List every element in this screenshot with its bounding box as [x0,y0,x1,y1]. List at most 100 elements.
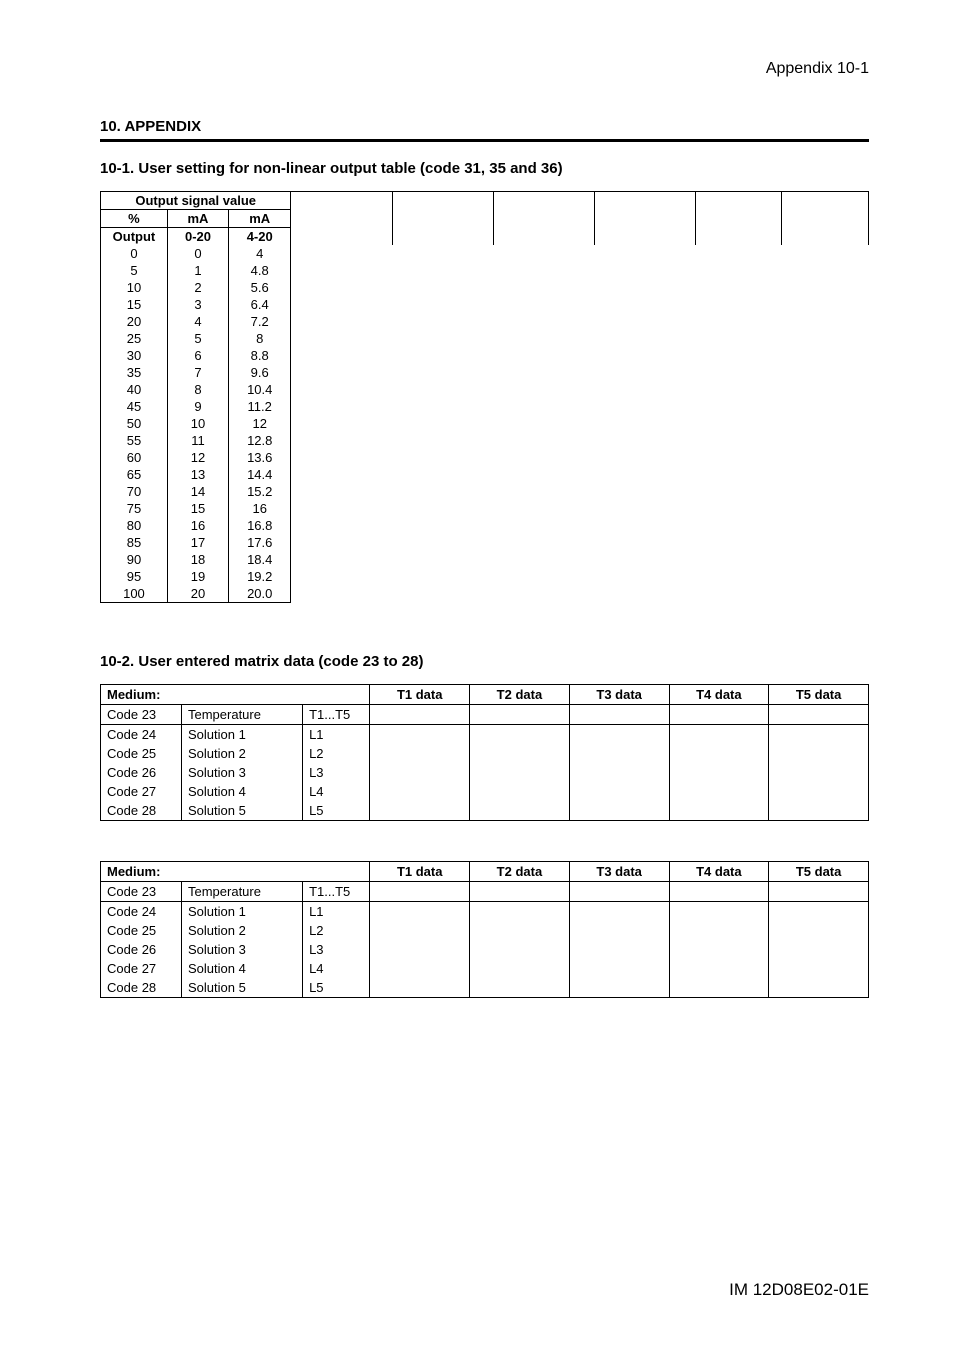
ma020-cell: 18 [167,551,228,568]
pct-cell: 20 [101,313,168,330]
data-cell [669,940,769,959]
code-cell: Code 28 [101,978,182,998]
ma420-cell: 20.0 [229,585,291,603]
t5-header: T5 data [769,685,869,705]
data-cell [470,902,570,922]
l-cell: T1...T5 [303,705,370,725]
ma020-cell: 19 [167,568,228,585]
ma420-cell: 7.2 [229,313,291,330]
pct-cell: 80 [101,517,168,534]
rule [100,139,869,142]
subsection-1-title: 10-1. User setting for non-linear output… [100,160,869,177]
code-cell: Code 24 [101,902,182,922]
data-cell [569,882,669,902]
data-cell [569,959,669,978]
data-cell [370,705,470,725]
data-cell [470,782,570,801]
data-cell [669,902,769,922]
footer-doc-id: IM 12D08E02-01E [729,1280,869,1300]
data-cell [370,902,470,922]
subsection-2-title: 10-2. User entered matrix data (code 23 … [100,653,869,670]
data-cell [669,959,769,978]
col-020: 0-20 [167,228,228,246]
pct-cell: 60 [101,449,168,466]
section-title: 10. APPENDIX [100,118,869,135]
pct-cell: 40 [101,381,168,398]
output-signal-table: Output signal value % mA mA Output 0-20 … [100,191,869,603]
code-cell: Code 26 [101,763,182,782]
data-cell [470,705,570,725]
data-cell [769,882,869,902]
desc-cell: Solution 2 [181,744,302,763]
ma420-cell: 11.2 [229,398,291,415]
data-cell [370,782,470,801]
pct-cell: 30 [101,347,168,364]
ma420-cell: 8 [229,330,291,347]
data-cell [669,801,769,821]
ma020-cell: 4 [167,313,228,330]
data-cell [370,882,470,902]
ma020-cell: 6 [167,347,228,364]
col-output: Output [101,228,168,246]
ma420-cell: 12.8 [229,432,291,449]
data-cell [669,705,769,725]
l-cell: L1 [303,725,370,745]
code-cell: Code 25 [101,921,182,940]
pct-cell: 35 [101,364,168,381]
data-cell [769,763,869,782]
data-cell [769,744,869,763]
data-cell [769,902,869,922]
data-cell [669,744,769,763]
pct-cell: 5 [101,262,168,279]
data-cell [669,921,769,940]
pct-cell: 50 [101,415,168,432]
data-cell [669,725,769,745]
data-cell [769,940,869,959]
data-cell [470,801,570,821]
data-cell [569,902,669,922]
t3-header: T3 data [569,862,669,882]
desc-cell: Solution 2 [181,921,302,940]
output-group-header: Output signal value [101,192,291,210]
data-cell [470,978,570,998]
ma420-cell: 5.6 [229,279,291,296]
ma020-cell: 13 [167,466,228,483]
code-cell: Code 24 [101,725,182,745]
ma420-cell: 4.8 [229,262,291,279]
ma420-cell: 17.6 [229,534,291,551]
data-cell [569,782,669,801]
pct-cell: 0 [101,245,168,262]
ma020-cell: 14 [167,483,228,500]
matrix-table-1: Medium: T1 data T2 data T3 data T4 data … [100,684,869,821]
desc-cell: Solution 3 [181,763,302,782]
t4-header: T4 data [669,685,769,705]
l-cell: L3 [303,763,370,782]
desc-cell: Solution 1 [181,725,302,745]
ma020-cell: 15 [167,500,228,517]
data-cell [569,705,669,725]
data-cell [569,978,669,998]
data-cell [669,882,769,902]
l-cell: L2 [303,921,370,940]
data-cell [470,940,570,959]
data-cell [669,978,769,998]
ma020-cell: 3 [167,296,228,313]
ma020-cell: 8 [167,381,228,398]
data-cell [769,705,869,725]
l-cell: L4 [303,959,370,978]
ma020-cell: 2 [167,279,228,296]
ma420-cell: 12 [229,415,291,432]
ma420-cell: 9.6 [229,364,291,381]
col-420: 4-20 [229,228,291,246]
ma420-cell: 16.8 [229,517,291,534]
l-cell: L5 [303,801,370,821]
ma020-cell: 20 [167,585,228,603]
data-cell [470,763,570,782]
desc-cell: Solution 4 [181,959,302,978]
desc-cell: Solution 1 [181,902,302,922]
data-cell [769,978,869,998]
data-cell [370,978,470,998]
data-cell [569,940,669,959]
pct-cell: 55 [101,432,168,449]
code-cell: Code 25 [101,744,182,763]
